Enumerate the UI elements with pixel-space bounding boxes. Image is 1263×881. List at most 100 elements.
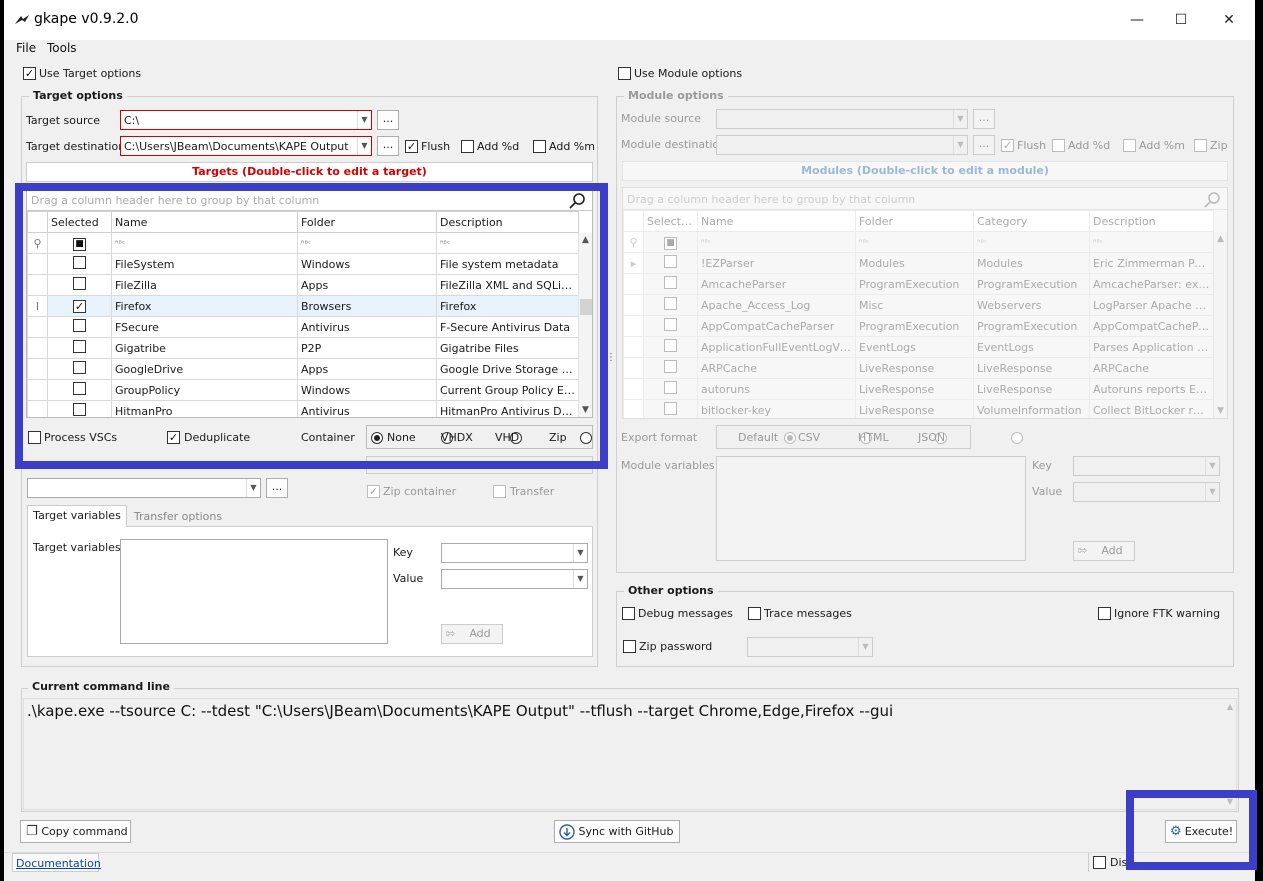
cell-name[interactable]: AppCompatCacheParser bbox=[697, 315, 856, 337]
cell-description[interactable]: AppCompatCachePar... bbox=[1089, 315, 1214, 337]
target-add-d-checkbox[interactable] bbox=[461, 140, 474, 153]
transfer-combo[interactable]: ▼ bbox=[27, 478, 261, 498]
export-json-radio[interactable] bbox=[1010, 432, 1023, 444]
row-checkbox[interactable] bbox=[664, 255, 677, 268]
target-destination-browse-button[interactable]: ... bbox=[377, 136, 399, 156]
use-target-options-checkbox[interactable]: ✓ bbox=[23, 67, 36, 80]
cell-folder[interactable]: ProgramExecution bbox=[855, 273, 974, 295]
zip-password-checkbox[interactable] bbox=[623, 640, 636, 653]
tab-target-variables[interactable]: Target variables bbox=[27, 505, 127, 527]
sync-github-button[interactable]: Sync with GitHub bbox=[554, 820, 680, 843]
transfer-browse-button[interactable]: ... bbox=[266, 478, 288, 498]
zip-password-combo[interactable]: ▼ bbox=[747, 637, 873, 657]
modules-scrollbar[interactable]: ▲ ▼ bbox=[1213, 232, 1227, 418]
menu-tools[interactable]: Tools bbox=[47, 41, 77, 55]
column-header-folder[interactable]: Folder bbox=[855, 210, 974, 232]
column-header-category[interactable]: Category bbox=[973, 210, 1090, 232]
target-destination-combo[interactable]: C:\Users\JBeam\Documents\KAPE Output ▼ bbox=[120, 136, 372, 156]
cell-name[interactable]: ARPCache bbox=[697, 357, 856, 379]
cell-folder[interactable]: LiveResponse bbox=[855, 399, 974, 418]
column-header-description[interactable]: Description bbox=[1089, 210, 1214, 232]
target-add-m-checkbox[interactable] bbox=[533, 140, 546, 153]
table-row[interactable]: AppCompatCacheParser ProgramExecution Pr… bbox=[623, 315, 1214, 337]
select-all-checkbox[interactable]: ■ bbox=[664, 236, 677, 250]
cell-folder[interactable]: Misc bbox=[855, 294, 974, 316]
chevron-down-icon[interactable]: ▼ bbox=[953, 110, 967, 128]
table-row[interactable]: ▸ !EZParser Modules Modules Eric Zimmerm… bbox=[623, 252, 1214, 274]
ignore-ftk-checkbox[interactable] bbox=[1098, 607, 1111, 620]
cell-category[interactable]: EventLogs bbox=[973, 336, 1090, 358]
module-zip-checkbox[interactable] bbox=[1194, 139, 1207, 152]
table-row[interactable]: bitlocker-key LiveResponse VolumeInforma… bbox=[623, 399, 1214, 418]
chevron-down-icon[interactable]: ▼ bbox=[953, 136, 967, 154]
cell-description[interactable]: Eric Zimmerman Parsers bbox=[1089, 252, 1214, 274]
cell-folder[interactable]: EventLogs bbox=[855, 336, 974, 358]
search-icon[interactable] bbox=[1203, 191, 1221, 209]
module-destination-browse-button[interactable]: ... bbox=[973, 135, 995, 155]
target-source-combo[interactable]: C:\ ▼ bbox=[120, 110, 372, 130]
cell-name[interactable]: autoruns bbox=[697, 378, 856, 400]
cell-category[interactable]: LiveResponse bbox=[973, 378, 1090, 400]
filter-description-cell[interactable]: ᴿᴮᶜ bbox=[1089, 231, 1214, 253]
group-by-panel[interactable]: Drag a column header here to group by th… bbox=[623, 188, 1227, 210]
column-header-selected[interactable]: Selected bbox=[643, 210, 698, 232]
module-flush-checkbox[interactable]: ✓ bbox=[1001, 139, 1014, 152]
cell-folder[interactable]: LiveResponse bbox=[855, 378, 974, 400]
cell-name[interactable]: ApplicationFullEventLogView bbox=[697, 336, 856, 358]
target-key-combo[interactable]: ▼ bbox=[441, 543, 588, 563]
minimize-button[interactable]: — bbox=[1114, 0, 1160, 40]
transfer-checkbox[interactable] bbox=[493, 485, 506, 498]
cell-category[interactable]: Webservers bbox=[973, 294, 1090, 316]
cell-category[interactable]: Modules bbox=[973, 252, 1090, 274]
menu-file[interactable]: File bbox=[16, 41, 36, 55]
chevron-down-icon[interactable]: ▼ bbox=[573, 570, 587, 588]
cell-folder[interactable]: ProgramExecution bbox=[855, 315, 974, 337]
cell-description[interactable]: Collect BitLocker reco... bbox=[1089, 399, 1214, 418]
scroll-up-icon[interactable]: ▲ bbox=[1217, 234, 1224, 244]
cell-category[interactable]: ProgramExecution bbox=[973, 273, 1090, 295]
use-module-options-checkbox[interactable] bbox=[618, 67, 631, 80]
debug-messages-checkbox[interactable] bbox=[622, 607, 635, 620]
command-line-box[interactable]: .\kape.exe --tsource C: --tdest "C:\User… bbox=[23, 698, 1237, 810]
chevron-down-icon[interactable]: ▼ bbox=[858, 638, 872, 656]
documentation-link[interactable]: Documentation bbox=[16, 857, 101, 870]
cell-name[interactable]: bitlocker-key bbox=[697, 399, 856, 418]
zip-container-checkbox[interactable]: ✓ bbox=[367, 485, 380, 498]
row-checkbox[interactable] bbox=[664, 339, 677, 352]
chevron-down-icon[interactable]: ▼ bbox=[246, 479, 260, 497]
trace-messages-checkbox[interactable] bbox=[748, 607, 761, 620]
row-checkbox[interactable] bbox=[664, 402, 677, 415]
filter-category-cell[interactable]: ᴿᴮᶜ bbox=[973, 231, 1090, 253]
table-row[interactable]: autoruns LiveResponse LiveResponse Autor… bbox=[623, 378, 1214, 400]
table-row[interactable]: ApplicationFullEventLogView EventLogs Ev… bbox=[623, 336, 1214, 358]
row-checkbox[interactable] bbox=[664, 360, 677, 373]
table-row[interactable]: AmcacheParser ProgramExecution ProgramEx… bbox=[623, 273, 1214, 295]
table-row[interactable]: Apache_Access_Log Misc Webservers LogPar… bbox=[623, 294, 1214, 316]
cell-name[interactable]: !EZParser bbox=[697, 252, 856, 274]
chevron-down-icon[interactable]: ▼ bbox=[357, 137, 371, 155]
target-add-button[interactable]: ⇰ Add bbox=[441, 624, 503, 644]
module-source-combo[interactable]: ▼ bbox=[716, 109, 968, 129]
row-checkbox[interactable] bbox=[664, 381, 677, 394]
cell-category[interactable]: VolumeInformation bbox=[973, 399, 1090, 418]
copy-command-button[interactable]: ❐ Copy command bbox=[20, 820, 131, 843]
cell-name[interactable]: Apache_Access_Log bbox=[697, 294, 856, 316]
cell-folder[interactable]: LiveResponse bbox=[855, 357, 974, 379]
row-checkbox[interactable] bbox=[664, 318, 677, 331]
cell-description[interactable]: ARPCache bbox=[1089, 357, 1214, 379]
cell-name[interactable]: AmcacheParser bbox=[697, 273, 856, 295]
chevron-down-icon[interactable]: ▼ bbox=[357, 111, 371, 129]
target-flush-checkbox[interactable]: ✓ bbox=[405, 140, 418, 153]
tab-transfer-options[interactable]: Transfer options bbox=[128, 507, 228, 527]
chevron-down-icon[interactable]: ▼ bbox=[1205, 457, 1219, 475]
chevron-down-icon[interactable]: ▼ bbox=[1205, 483, 1219, 501]
module-add-m-checkbox[interactable] bbox=[1123, 139, 1136, 152]
row-checkbox[interactable] bbox=[664, 276, 677, 289]
module-key-combo[interactable]: ▼ bbox=[1073, 456, 1220, 476]
scroll-down-icon[interactable]: ▼ bbox=[1217, 406, 1224, 416]
module-destination-combo[interactable]: ▼ bbox=[716, 135, 968, 155]
maximize-button[interactable]: ☐ bbox=[1158, 0, 1204, 40]
command-line-text[interactable]: .\kape.exe --tsource C: --tdest "C:\User… bbox=[27, 702, 893, 720]
export-default-radio[interactable] bbox=[784, 432, 796, 444]
target-value-combo[interactable]: ▼ bbox=[441, 569, 588, 589]
